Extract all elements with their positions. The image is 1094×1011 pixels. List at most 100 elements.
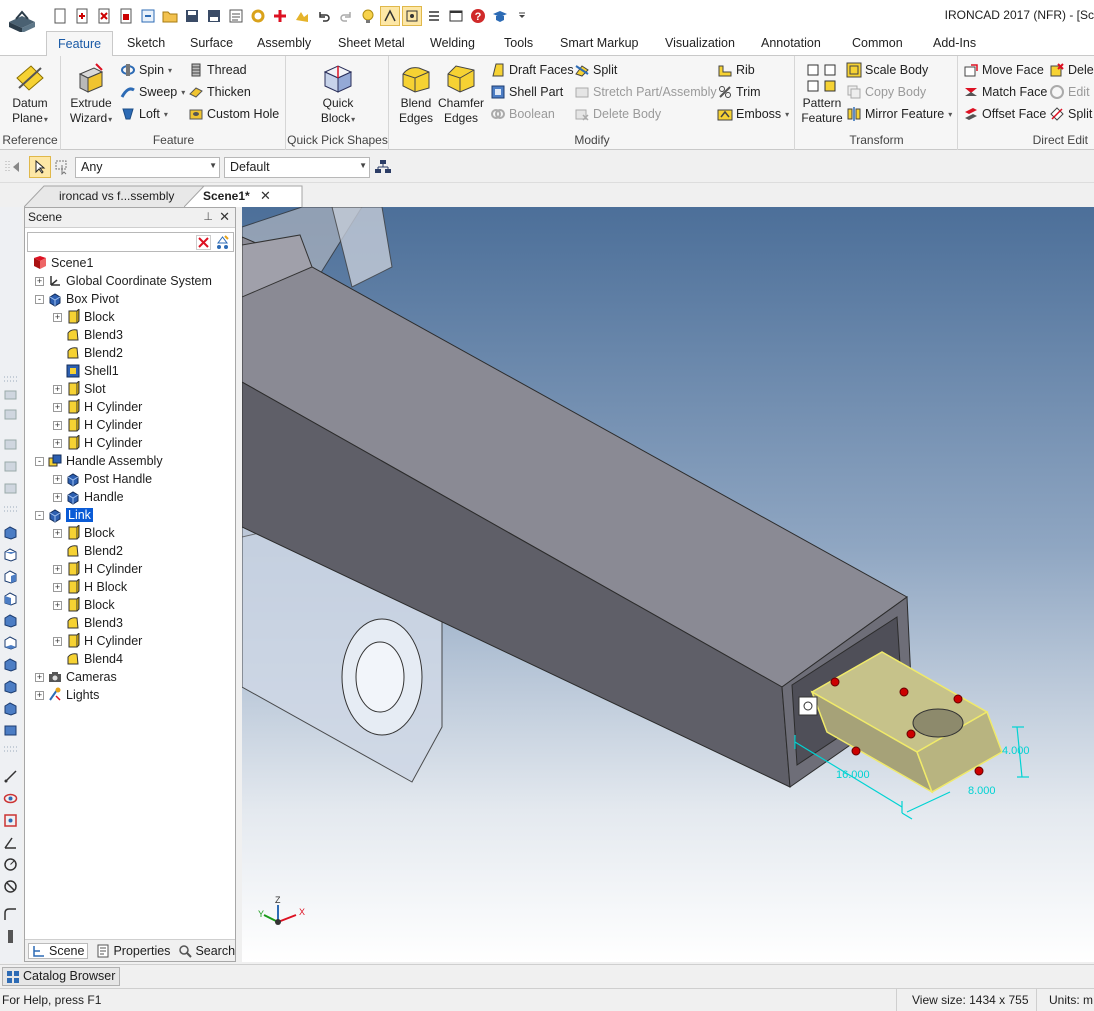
clear-filter-icon[interactable] bbox=[196, 235, 211, 250]
pattern-feature-button[interactable]: Pattern Feature bbox=[800, 62, 844, 126]
tree-item-h-cylinder[interactable]: + H Cylinder bbox=[29, 398, 234, 416]
tree-item-handle[interactable]: + Handle bbox=[29, 488, 234, 506]
view-tool-icon[interactable] bbox=[3, 407, 18, 422]
lightbulb-icon[interactable] bbox=[358, 6, 378, 26]
dim-width-label[interactable]: 8.000 bbox=[968, 785, 996, 797]
gear-icon[interactable] bbox=[248, 6, 268, 26]
list-icon[interactable] bbox=[424, 6, 444, 26]
tree-item-blend3[interactable]: Blend3 bbox=[29, 614, 234, 632]
view-iso-icon[interactable] bbox=[3, 657, 18, 672]
boolean-button[interactable]: Boolean bbox=[490, 104, 555, 124]
copy-body-button[interactable]: Copy Body bbox=[846, 82, 926, 102]
close-panel-icon[interactable]: ✕ bbox=[219, 209, 230, 225]
angle-icon[interactable] bbox=[3, 835, 18, 850]
help-icon[interactable]: ? bbox=[468, 6, 488, 26]
window-icon[interactable] bbox=[446, 6, 466, 26]
tab-tools[interactable]: Tools bbox=[504, 36, 533, 50]
chamfer-edges-button[interactable]: Chamfer Edges bbox=[438, 62, 484, 126]
tree-item-block[interactable]: + Block bbox=[29, 524, 234, 542]
tab-visualization[interactable]: Visualization bbox=[665, 36, 735, 50]
tree-item-h-cylinder[interactable]: + H Cylinder bbox=[29, 560, 234, 578]
tree-item-block[interactable]: + Block bbox=[29, 596, 234, 614]
tab-annotation[interactable]: Annotation bbox=[761, 36, 821, 50]
tree-item-slot[interactable]: + Slot bbox=[29, 380, 234, 398]
view-front-icon[interactable] bbox=[3, 525, 18, 540]
tree-item-blend4[interactable]: Blend4 bbox=[29, 650, 234, 668]
expand-icon[interactable]: + bbox=[53, 420, 62, 430]
view-right-icon[interactable] bbox=[3, 569, 18, 584]
import-icon[interactable] bbox=[138, 6, 158, 26]
sketch-tool-icon[interactable] bbox=[3, 387, 18, 402]
triball-icon[interactable] bbox=[402, 6, 422, 26]
catalog-icon[interactable] bbox=[226, 6, 246, 26]
mirror-feature-button[interactable]: Mirror Feature ▾ bbox=[846, 104, 952, 124]
tree-item-block[interactable]: + Block bbox=[29, 308, 234, 326]
match-face-button[interactable]: Match Face bbox=[963, 82, 1047, 102]
view-bottom-icon[interactable] bbox=[3, 635, 18, 650]
scene-filter-input[interactable] bbox=[27, 232, 234, 252]
scale-body-button[interactable]: Scale Body bbox=[846, 60, 928, 80]
tree-item-shell1[interactable]: Shell1 bbox=[29, 362, 234, 380]
tab-sketch[interactable]: Sketch bbox=[127, 36, 165, 50]
selection-filter-select[interactable]: Any ▼ bbox=[75, 157, 220, 178]
measure-icon[interactable] bbox=[3, 769, 18, 784]
expand-icon[interactable]: + bbox=[53, 384, 62, 394]
tree-item-h-block[interactable]: + H Block bbox=[29, 578, 234, 596]
filter-options-icon[interactable] bbox=[215, 235, 230, 250]
tree-item-global-coordinate-system[interactable]: + Global Coordinate System bbox=[29, 272, 234, 290]
tree-item-blend2[interactable]: Blend2 bbox=[29, 344, 234, 362]
dim-length-label[interactable]: 16.000 bbox=[836, 769, 870, 781]
blend-edges-button[interactable]: Blend Edges bbox=[396, 62, 436, 126]
expand-icon[interactable]: + bbox=[53, 582, 62, 592]
loft-button[interactable]: Loft ▾ bbox=[120, 104, 168, 124]
open-folder-icon[interactable] bbox=[160, 6, 180, 26]
shade-tool-icon[interactable] bbox=[3, 459, 18, 474]
view-custom-icon[interactable] bbox=[3, 701, 18, 716]
select-arrow-button[interactable] bbox=[29, 156, 51, 178]
expand-icon[interactable]: + bbox=[53, 600, 62, 610]
new-icon[interactable] bbox=[50, 6, 70, 26]
expand-icon[interactable]: + bbox=[53, 474, 62, 484]
datum-plane-button[interactable]: Datum Plane▾ bbox=[4, 62, 56, 127]
selection-mode-select[interactable]: Default ▼ bbox=[224, 157, 370, 178]
quick-block-button[interactable]: Quick Block▾ bbox=[313, 62, 363, 127]
section-icon[interactable] bbox=[3, 813, 18, 828]
view-top-icon[interactable] bbox=[3, 547, 18, 562]
tab-properties[interactable]: Properties bbox=[96, 944, 170, 958]
doc-tab-scene1[interactable]: Scene1* bbox=[172, 186, 258, 207]
tree-item-box-pivot[interactable]: - Box Pivot bbox=[29, 290, 234, 308]
post-handle-part[interactable] bbox=[331, 207, 393, 288]
expand-icon[interactable]: + bbox=[53, 402, 62, 412]
tab-smart-markup[interactable]: Smart Markup bbox=[560, 36, 639, 50]
tab-sheet-metal[interactable]: Sheet Metal bbox=[338, 36, 405, 50]
trim-button[interactable]: Trim bbox=[717, 82, 761, 102]
view-normal-icon[interactable] bbox=[3, 679, 18, 694]
circle-tool-icon[interactable] bbox=[3, 857, 18, 872]
split-button[interactable]: Split bbox=[574, 60, 617, 80]
render-icon[interactable] bbox=[292, 6, 312, 26]
tab-feature[interactable]: Feature bbox=[46, 31, 114, 56]
add-part-icon[interactable] bbox=[270, 6, 290, 26]
shell-part-button[interactable]: Shell Part bbox=[490, 82, 563, 102]
render-tool-icon[interactable] bbox=[3, 437, 18, 452]
vertical-bar-icon[interactable] bbox=[3, 929, 18, 944]
tree-item-blend3[interactable]: Blend3 bbox=[29, 326, 234, 344]
doc-tab-ironcad-assembly[interactable]: ironcad vs f...ssembly bbox=[24, 186, 182, 207]
expand-icon[interactable]: + bbox=[53, 492, 62, 502]
catalog-browser-button[interactable]: Catalog Browser bbox=[2, 967, 121, 986]
selection-back-icon[interactable] bbox=[10, 159, 26, 175]
tree-item-h-cylinder[interactable]: + H Cylinder bbox=[29, 434, 234, 452]
emboss-button[interactable]: Emboss ▾ bbox=[717, 104, 789, 124]
view-back-icon[interactable] bbox=[3, 613, 18, 628]
rib-button[interactable]: Rib bbox=[717, 60, 755, 80]
tree-item-h-cylinder[interactable]: + H Cylinder bbox=[29, 416, 234, 434]
tree-item-lights[interactable]: + Lights bbox=[29, 686, 234, 704]
save-as-icon[interactable] bbox=[204, 6, 224, 26]
tab-welding[interactable]: Welding bbox=[430, 36, 475, 50]
tree-item-h-cylinder[interactable]: + H Cylinder bbox=[29, 632, 234, 650]
select-box-icon[interactable] bbox=[54, 159, 70, 175]
stretch-part-assembly-button[interactable]: Stretch Part/Assembly bbox=[574, 82, 717, 102]
expand-icon[interactable]: + bbox=[35, 672, 44, 682]
delete-body-button[interactable]: Delete Body bbox=[574, 104, 661, 124]
pin-icon[interactable]: ⊥ bbox=[203, 210, 213, 223]
